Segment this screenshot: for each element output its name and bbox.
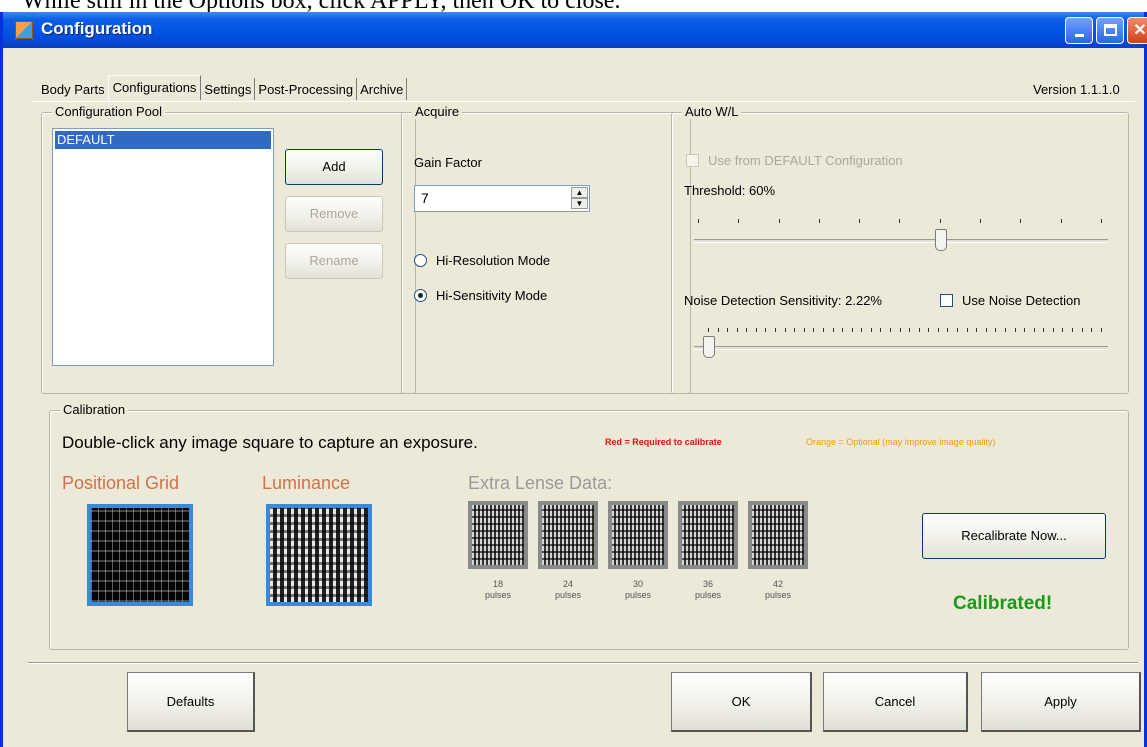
- tutorial-caption: While still in the Options box, click AP…: [22, 0, 1142, 12]
- gain-factor-stepper[interactable]: 7 ▲ ▼: [414, 185, 590, 212]
- noise-ticks: [708, 328, 1102, 334]
- use-noise-detection-checkbox[interactable]: [940, 294, 953, 307]
- pulse-label-30: 30 pulses: [624, 579, 651, 600]
- noise-slider-thumb[interactable]: [702, 336, 715, 358]
- version-label: Version 1.1.1.0: [1033, 82, 1120, 97]
- minimize-icon: [1074, 34, 1084, 37]
- spin-up-icon[interactable]: ▲: [571, 187, 588, 198]
- list-item-default[interactable]: DEFAULT: [55, 131, 271, 149]
- remove-button[interactable]: Remove: [285, 196, 383, 232]
- maximize-button[interactable]: [1096, 17, 1124, 44]
- tab-body-parts[interactable]: Body Parts: [38, 78, 108, 100]
- tab-post-processing[interactable]: Post-Processing: [255, 78, 358, 100]
- rename-button[interactable]: Rename: [285, 243, 383, 279]
- maximize-icon: [1103, 24, 1117, 36]
- use-noise-detection-label: Use Noise Detection: [962, 293, 1081, 308]
- minimize-button[interactable]: [1065, 17, 1093, 44]
- close-icon: ✕: [1133, 22, 1147, 39]
- threshold-track: [694, 239, 1108, 243]
- title-bar[interactable]: Configuration ✕: [3, 12, 1147, 48]
- use-default-checkbox[interactable]: [686, 154, 699, 167]
- legend-required: Red = Required to calibrate: [605, 437, 722, 447]
- hi-resolution-radio[interactable]: [414, 254, 427, 267]
- lense-image-24[interactable]: [538, 501, 598, 569]
- pulse-label-42: 42 pulses: [764, 579, 791, 600]
- lense-image-30[interactable]: [608, 501, 668, 569]
- lense-image-42[interactable]: [748, 501, 808, 569]
- threshold-label: Threshold: 60%: [684, 183, 776, 198]
- apply-button[interactable]: Apply: [981, 672, 1141, 732]
- recalibrate-now-button[interactable]: Recalibrate Now...: [922, 513, 1106, 559]
- acquire-group: Acquire Gain Factor 7 ▲ ▼ Hi-Resolution …: [401, 104, 691, 394]
- window-title: Configuration: [41, 19, 153, 38]
- noise-sensitivity-label: Noise Detection Sensitivity: 2.22%: [684, 293, 882, 308]
- configuration-pool-label: Configuration Pool: [52, 104, 165, 119]
- positional-grid-image[interactable]: [87, 504, 193, 606]
- positional-grid-title: Positional Grid: [62, 473, 180, 493]
- pulse-label-24: 24 pulses: [554, 579, 581, 600]
- hi-resolution-label: Hi-Resolution Mode: [436, 253, 551, 268]
- acquire-label: Acquire: [412, 104, 463, 119]
- spin-down-icon[interactable]: ▼: [571, 198, 588, 209]
- calibration-label: Calibration: [60, 402, 129, 417]
- ok-button[interactable]: OK: [671, 672, 812, 732]
- defaults-button[interactable]: Defaults: [127, 672, 255, 732]
- lense-image-36[interactable]: [678, 501, 738, 569]
- configurations-tab-page: Configuration Pool DEFAULT Add Remove Re…: [31, 101, 1135, 661]
- threshold-slider-thumb[interactable]: [935, 229, 948, 251]
- legend-optional: Orange = Optional (may improve image qua…: [806, 437, 996, 447]
- tab-archive[interactable]: Archive: [357, 78, 408, 100]
- configuration-pool-group: Configuration Pool DEFAULT Add Remove Re…: [41, 104, 416, 394]
- cancel-button[interactable]: Cancel: [823, 672, 968, 732]
- calibration-group: Calibration Double-click any image squar…: [49, 402, 1129, 650]
- bottom-separator: [28, 662, 1138, 664]
- configuration-list[interactable]: DEFAULT: [52, 128, 274, 366]
- tab-configurations[interactable]: Configurations: [107, 75, 202, 100]
- hi-sensitivity-label: Hi-Sensitivity Mode: [436, 288, 548, 303]
- app-icon: [15, 21, 33, 39]
- luminance-title: Luminance: [262, 473, 351, 493]
- gain-factor-value: 7: [421, 190, 429, 206]
- configuration-window: Configuration ✕ Body Parts Configuration…: [0, 12, 1147, 747]
- calibration-status: Calibrated!: [953, 593, 1053, 614]
- lense-image-18[interactable]: [468, 501, 528, 569]
- extra-lense-data-title: Extra Lense Data:: [468, 473, 613, 493]
- use-default-label: Use from DEFAULT Configuration: [708, 153, 903, 168]
- auto-wl-group: Auto W/L Use from DEFAULT Configuration …: [671, 104, 1129, 394]
- threshold-ticks: [698, 219, 1102, 225]
- luminance-image[interactable]: [266, 504, 372, 606]
- calibration-instruction: Double-click any image square to capture…: [62, 433, 478, 452]
- tab-strip: Body Parts Configurations Settings Post-…: [38, 75, 408, 100]
- auto-wl-label: Auto W/L: [682, 104, 742, 119]
- add-button[interactable]: Add: [285, 149, 383, 185]
- pulse-label-18: 18 pulses: [484, 579, 511, 600]
- pulse-label-36: 36 pulses: [694, 579, 721, 600]
- gain-factor-label: Gain Factor: [414, 155, 482, 170]
- tab-settings[interactable]: Settings: [201, 78, 256, 100]
- hi-sensitivity-radio[interactable]: [414, 289, 427, 302]
- noise-track: [694, 346, 1108, 350]
- close-button[interactable]: ✕: [1127, 17, 1147, 44]
